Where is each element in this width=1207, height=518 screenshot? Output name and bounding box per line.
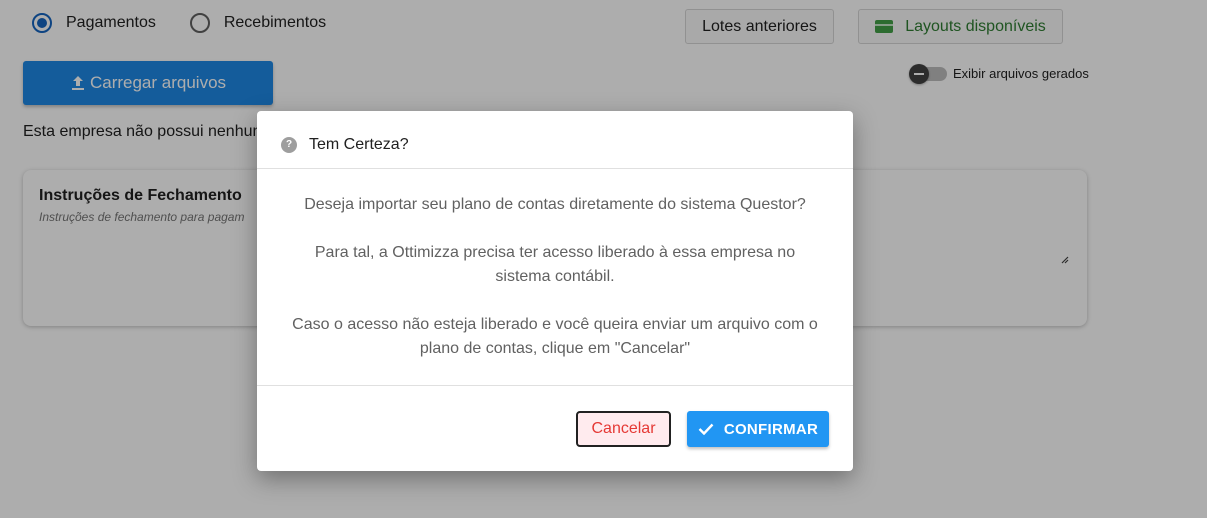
question-icon: ? — [281, 136, 297, 153]
dialog-header: ? Tem Certeza? — [257, 111, 853, 169]
check-icon — [698, 423, 714, 435]
confirm-button[interactable]: CONFIRMAR — [687, 411, 829, 447]
confirm-label: CONFIRMAR — [723, 420, 819, 438]
cancel-button[interactable]: Cancelar — [576, 411, 671, 447]
dialog-title: Tem Certeza? — [309, 135, 409, 153]
cancel-label: Cancelar — [591, 420, 656, 437]
dialog-body: Deseja importar seu plano de contas dire… — [257, 169, 853, 386]
dialog-paragraph: Para tal, a Ottimizza precisa ter acesso… — [314, 244, 796, 285]
dialog-paragraph: Caso o acesso não esteja liberado e você… — [292, 316, 818, 357]
confirm-dialog: ? Tem Certeza? Deseja importar seu plano… — [257, 111, 853, 471]
dialog-footer: Cancelar CONFIRMAR — [257, 386, 853, 470]
dialog-paragraph: Deseja importar seu plano de contas dire… — [304, 196, 806, 213]
